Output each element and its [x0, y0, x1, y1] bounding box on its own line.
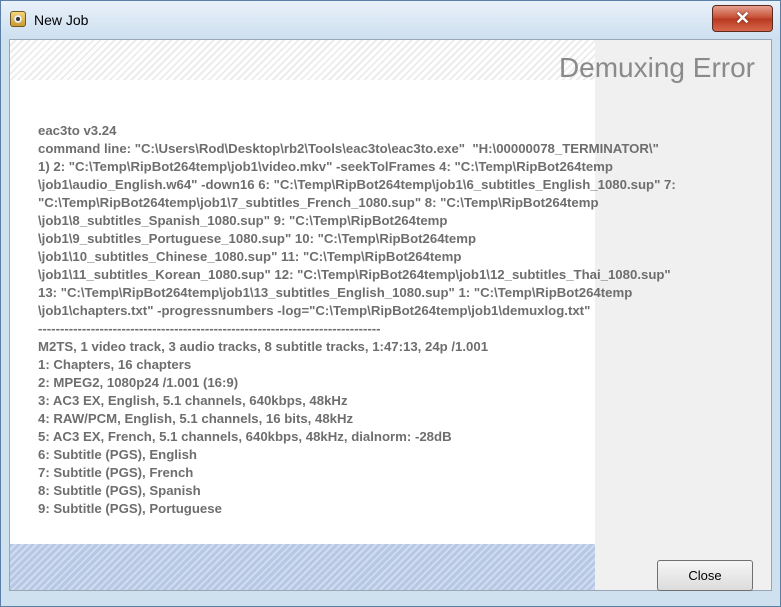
log-line: \job1\8_subtitles_Spanish_1080.sup" 9: "…: [38, 213, 448, 228]
log-line: 4: RAW/PCM, English, 5.1 channels, 16 bi…: [38, 411, 354, 426]
title-bar[interactable]: New Job ✕: [1, 1, 780, 39]
dialog-window: New Job ✕ Demuxing Error eac3to v3.24 com…: [0, 0, 781, 607]
log-line: 9: Subtitle (PGS), Portuguese: [38, 501, 222, 516]
ripbot-app-icon: [10, 11, 26, 27]
log-line: 7: Subtitle (PGS), French: [38, 465, 194, 480]
error-log: eac3to v3.24 command line: "C:\Users\Rod\…: [38, 122, 758, 518]
log-line: 6: Subtitle (PGS), English: [38, 447, 197, 462]
log-line: 8: Subtitle (PGS), Spanish: [38, 483, 201, 498]
window-title: New Job: [34, 12, 89, 28]
log-line: 1: Chapters, 16 chapters: [38, 357, 192, 372]
close-icon: ✕: [734, 8, 751, 28]
error-heading: Demuxing Error: [558, 52, 755, 83]
window-close-button[interactable]: ✕: [712, 5, 773, 32]
log-line: command line: "C:\Users\Rod\Desktop\rb2\…: [38, 141, 659, 156]
log-line: 1) 2: "C:\Temp\RipBot264temp\job1\video.…: [38, 159, 613, 174]
close-button[interactable]: Close: [657, 560, 753, 591]
dialog-content: Demuxing Error eac3to v3.24 command line:…: [9, 39, 772, 591]
log-line: 13: "C:\Temp\RipBot264temp\job1\13_subti…: [38, 285, 633, 300]
log-line: \job1\11_subtitles_Korean_1080.sup" 12: …: [38, 267, 671, 282]
log-line: 5: AC3 EX, French, 5.1 channels, 640kbps…: [38, 429, 452, 444]
log-line: eac3to v3.24: [38, 123, 117, 138]
log-line: \job1\10_subtitles_Chinese_1080.sup" 11:…: [38, 249, 462, 264]
log-line: \job1\audio_English.w64" -down16 6: "C:\…: [38, 177, 676, 192]
log-line: 3: AC3 EX, English, 5.1 channels, 640kbp…: [38, 393, 348, 408]
log-line: ----------------------------------------…: [38, 321, 381, 336]
footer-hatch: [10, 544, 595, 590]
log-line: \job1\chapters.txt" -progressnumbers -lo…: [38, 303, 591, 318]
log-line: "C:\Temp\RipBot264temp\job1\7_subtitles_…: [38, 195, 599, 210]
log-line: \job1\9_subtitles_Portuguese_1080.sup" 1…: [38, 231, 477, 246]
log-line: 2: MPEG2, 1080p24 /1.001 (16:9): [38, 375, 239, 390]
log-line: M2TS, 1 video track, 3 audio tracks, 8 s…: [38, 339, 489, 354]
